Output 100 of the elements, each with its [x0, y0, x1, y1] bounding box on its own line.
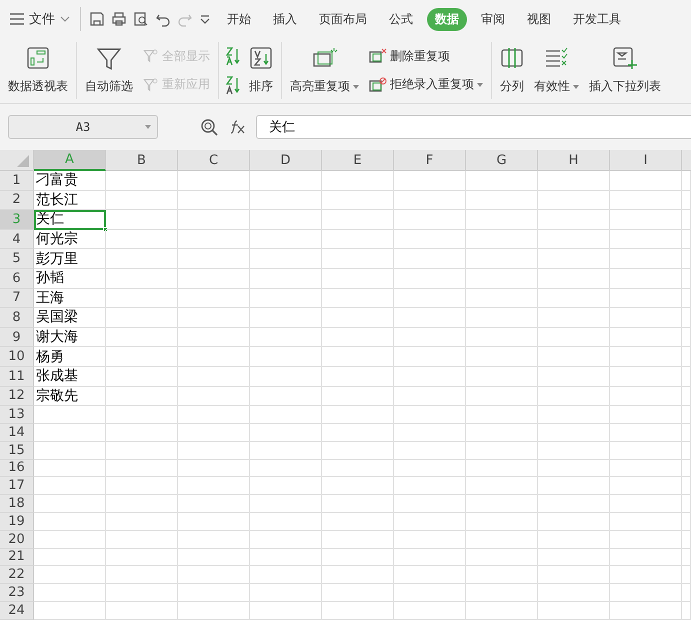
- ribbon-button[interactable]: 自动筛选: [83, 42, 135, 99]
- table-cell: [394, 268, 466, 289]
- table-cell: [466, 210, 538, 230]
- row-header[interactable]: 21: [0, 548, 34, 566]
- column-header[interactable]: E: [322, 150, 394, 171]
- table-cell: [610, 424, 682, 442]
- table-cell: [538, 530, 610, 548]
- row-header[interactable]: 13: [0, 406, 34, 424]
- row-header[interactable]: 22: [0, 566, 34, 584]
- table-cell: [250, 566, 322, 584]
- table-cell: [610, 347, 682, 367]
- table-cell: [394, 512, 466, 531]
- table-cell: [394, 288, 466, 308]
- row-header[interactable]: 2: [0, 190, 34, 210]
- column-header[interactable]: D: [250, 150, 322, 171]
- row-header[interactable]: 23: [0, 584, 34, 602]
- row-header[interactable]: 24: [0, 602, 34, 620]
- caret-icon: [353, 84, 359, 88]
- table-cell: [250, 602, 322, 620]
- row-header[interactable]: 10: [0, 347, 34, 367]
- table-cell: [322, 477, 394, 496]
- table-cell: [466, 530, 538, 548]
- table-cell: [322, 406, 394, 424]
- row-header[interactable]: 11: [0, 366, 34, 387]
- sort-descending-icon[interactable]: [225, 74, 241, 95]
- ribbon-button[interactable]: 拒绝录入重复项: [367, 74, 485, 96]
- row-header[interactable]: 6: [0, 268, 34, 289]
- ribbon-button[interactable]: 数据透视表: [6, 42, 70, 99]
- zoom-icon[interactable]: [200, 118, 218, 136]
- ribbon-button[interactable]: 高亮重复项: [288, 42, 361, 99]
- column-header[interactable]: H: [538, 150, 610, 171]
- table-cell: [322, 512, 394, 531]
- funnel-icon: [143, 48, 159, 64]
- table-cell: [466, 424, 538, 442]
- row-header[interactable]: 20: [0, 530, 34, 548]
- table-cell: [178, 460, 250, 478]
- table-cell: 何光宗: [34, 230, 106, 250]
- ribbon-tab[interactable]: 视图: [519, 8, 559, 30]
- table-cell: [466, 386, 538, 406]
- table-cell: [106, 171, 178, 191]
- table-cell: [34, 548, 106, 566]
- ribbon-button[interactable]: 排序: [247, 42, 275, 99]
- table-cell: [34, 495, 106, 513]
- file-menu[interactable]: 文件: [6, 8, 74, 30]
- table-cell: [610, 366, 682, 387]
- table-cell: [610, 460, 682, 478]
- table-cell: [322, 347, 394, 367]
- ribbon-tab[interactable]: 页面布局: [311, 8, 375, 30]
- formula-field[interactable]: 关仁: [256, 115, 691, 139]
- table-cell: [394, 566, 466, 584]
- row-header[interactable]: 8: [0, 308, 34, 328]
- table-cell: [538, 512, 610, 531]
- column-header[interactable]: C: [178, 150, 250, 171]
- ribbon-tab[interactable]: 开发工具: [565, 8, 629, 30]
- ribbon-button[interactable]: 删除重复项: [367, 46, 485, 67]
- table-cell: [322, 171, 394, 191]
- table-cell: [610, 442, 682, 460]
- table-cell: [538, 268, 610, 289]
- row-header[interactable]: 5: [0, 249, 34, 269]
- split-columns-icon: [500, 46, 524, 70]
- table-cell: [106, 424, 178, 442]
- ribbon-tab[interactable]: 插入: [265, 8, 305, 30]
- row-header[interactable]: 16: [0, 460, 34, 478]
- column-header[interactable]: I: [610, 150, 682, 171]
- row-header[interactable]: 1: [0, 171, 34, 191]
- table-cell: [538, 602, 610, 620]
- table-cell: [106, 366, 178, 387]
- row-header[interactable]: 17: [0, 477, 34, 496]
- column-header[interactable]: F: [394, 150, 466, 171]
- function-icon[interactable]: [228, 119, 246, 135]
- ribbon-button[interactable]: 有效性: [532, 42, 581, 99]
- column-header[interactable]: B: [106, 150, 178, 171]
- table-cell: [250, 530, 322, 548]
- table-cell: [682, 460, 691, 478]
- row-header[interactable]: 12: [0, 386, 34, 406]
- ribbon-button[interactable]: 插入下拉列表: [587, 42, 663, 99]
- name-box[interactable]: A3: [8, 115, 158, 139]
- row-header[interactable]: 18: [0, 495, 34, 513]
- table-cell: [394, 366, 466, 387]
- table-cell: [466, 230, 538, 250]
- table-cell: [34, 530, 106, 548]
- row-header[interactable]: 14: [0, 424, 34, 442]
- table-cell: [394, 477, 466, 496]
- table-cell: [322, 268, 394, 289]
- row-header[interactable]: 9: [0, 328, 34, 348]
- sort-ascending-icon[interactable]: [225, 46, 241, 66]
- ribbon-tab[interactable]: 审阅: [473, 8, 513, 30]
- row-header[interactable]: 15: [0, 442, 34, 460]
- row-header[interactable]: 4: [0, 230, 34, 250]
- ribbon-button[interactable]: 分列: [498, 42, 526, 99]
- table-cell: [610, 602, 682, 620]
- ribbon-tab[interactable]: 开始: [219, 8, 259, 30]
- column-header[interactable]: G: [466, 150, 538, 171]
- ribbon-tab[interactable]: 公式: [381, 8, 421, 30]
- table-cell: [682, 584, 691, 602]
- fill-handle[interactable]: [103, 226, 108, 232]
- table-cell: [106, 308, 178, 328]
- row-header[interactable]: 7: [0, 288, 34, 308]
- table-cell: [178, 442, 250, 460]
- row-header[interactable]: 19: [0, 512, 34, 531]
